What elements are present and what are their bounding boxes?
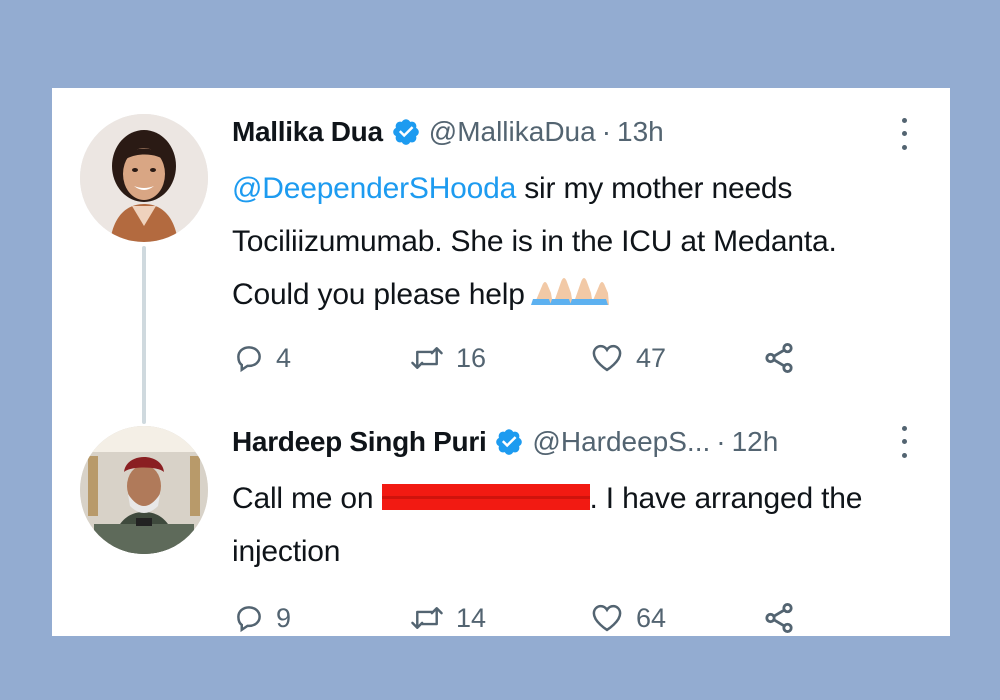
retweet-icon	[411, 347, 443, 369]
tweet-text-line2: Tociliizumumab. She is in the ICU at Med…	[232, 225, 837, 258]
tweet-text: Call me on . I have arranged the injecti…	[232, 472, 932, 578]
share-icon	[765, 342, 793, 374]
author-name[interactable]: Mallika Dua	[232, 116, 383, 148]
reply-icon	[237, 606, 261, 633]
tweet-text-line3: Could you please help	[232, 278, 525, 311]
verified-badge-icon	[494, 427, 524, 457]
share-button[interactable]	[762, 601, 796, 635]
more-options-icon[interactable]	[894, 422, 914, 462]
tweet-text-line2: injection	[232, 535, 341, 568]
retweet-button[interactable]: 16	[410, 343, 486, 374]
avatar-hardeep-singh-puri[interactable]	[80, 426, 208, 554]
like-button[interactable]: 64	[590, 603, 666, 634]
retweet-count: 16	[456, 342, 487, 373]
reply-button[interactable]: 9	[234, 603, 291, 634]
like-icon	[592, 344, 622, 372]
like-button[interactable]: 47	[590, 343, 666, 374]
tweet-actions: 4 16 47	[234, 336, 894, 380]
tweet-1[interactable]: Mallika Dua @MallikaDua · 13h @Deepender…	[52, 88, 950, 408]
like-count: 64	[636, 602, 667, 633]
retweet-icon	[411, 607, 443, 629]
tweet-2[interactable]: Hardeep Singh Puri @HardeepS... · 12h Ca…	[52, 408, 950, 636]
tweet-text: @DeependerSHooda sir my mother needs Toc…	[232, 162, 932, 323]
like-icon	[592, 604, 622, 632]
timestamp[interactable]: 13h	[617, 116, 664, 148]
avatar-mallika-dua[interactable]	[80, 114, 208, 242]
tweet-header: Mallika Dua @MallikaDua · 13h	[232, 112, 664, 152]
author-handle[interactable]: @MallikaDua	[429, 116, 596, 148]
tweet-text-before: Call me on	[232, 482, 382, 515]
reply-count: 4	[276, 342, 292, 373]
tweet-text-after: . I have arranged the	[589, 482, 863, 515]
tweet-text-line1: sir my mother needs	[516, 172, 793, 205]
author-name[interactable]: Hardeep Singh Puri	[232, 426, 487, 458]
like-count: 47	[636, 342, 667, 373]
more-options-icon[interactable]	[894, 114, 914, 154]
separator-dot: ·	[601, 116, 612, 147]
tweet-header: Hardeep Singh Puri @HardeepS... · 12h	[232, 422, 778, 462]
tweet-thread-card: Mallika Dua @MallikaDua · 13h @Deepender…	[52, 88, 950, 636]
author-handle[interactable]: @HardeepS...	[532, 426, 710, 458]
verified-badge-icon	[391, 117, 421, 147]
reply-count: 9	[276, 602, 292, 633]
share-icon	[765, 602, 793, 634]
reply-icon	[237, 346, 261, 373]
timestamp[interactable]: 12h	[732, 426, 779, 458]
share-button[interactable]	[762, 341, 796, 375]
retweet-button[interactable]: 14	[410, 603, 486, 634]
tweet-actions: 9 14 64	[234, 596, 894, 636]
folded-hands-emoji	[530, 270, 609, 323]
reply-button[interactable]: 4	[234, 343, 291, 374]
retweet-count: 14	[456, 602, 487, 633]
mention-link[interactable]: @DeependerSHooda	[232, 172, 516, 205]
redacted-phone-number	[381, 484, 590, 511]
separator-dot: ·	[716, 426, 726, 457]
